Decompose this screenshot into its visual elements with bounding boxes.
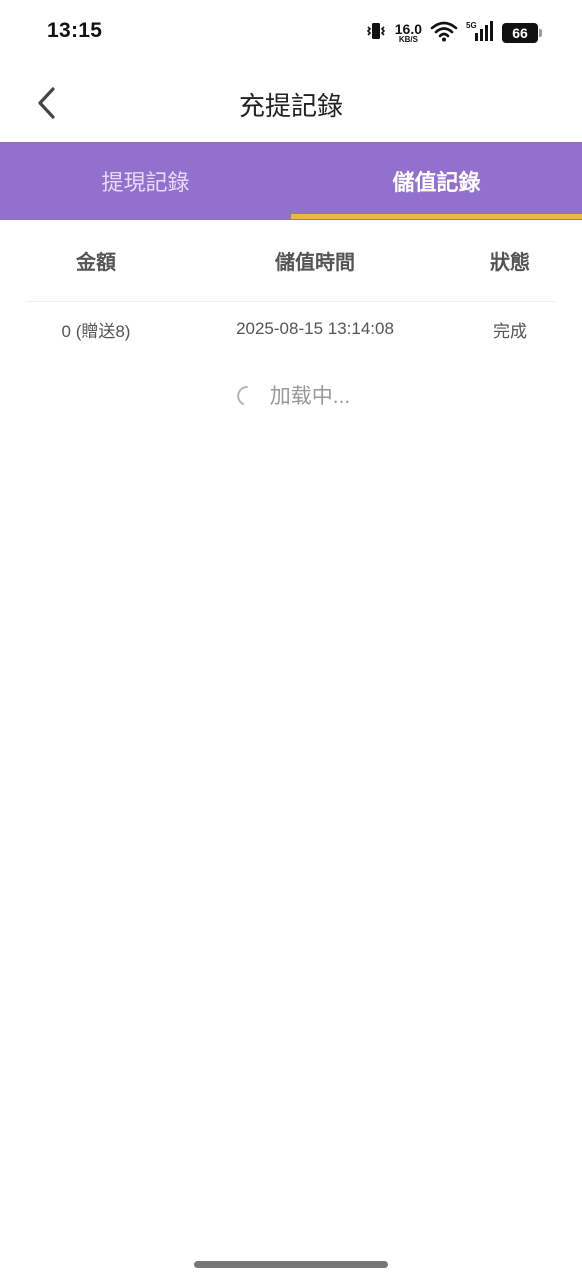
active-tab-indicator (291, 214, 582, 219)
table-row: 0 (贈送8) 2025-08-15 13:14:08 完成 (26, 302, 556, 356)
cell-deposit-time: 2025-08-15 13:14:08 (236, 319, 394, 338)
signal-5g-icon: 5G (466, 20, 494, 47)
loading-indicator: 加载中... (0, 376, 582, 414)
column-header-status: 狀態 (490, 252, 530, 274)
battery-indicator: 66 (502, 23, 542, 43)
home-indicator[interactable] (194, 1261, 388, 1268)
cell-amount: 0 (贈送8) (61, 321, 131, 341)
table-header: 金額 儲值時間 狀態 (26, 220, 556, 302)
record-tabs: 提現記錄 儲值記錄 (0, 142, 582, 220)
status-bar: 13:15 16.0 KB/S 5G 66 (0, 0, 582, 64)
loading-text: 加载中... (269, 385, 351, 408)
status-time: 13:15 (47, 19, 103, 42)
cell-status: 完成 (493, 321, 527, 341)
app-header: 充提記錄 (0, 64, 582, 142)
tab-deposit-records[interactable]: 儲值記錄 (291, 142, 582, 220)
signal-label: 5G (466, 21, 477, 30)
loading-spinner-icon (236, 386, 248, 405)
wifi-icon (430, 20, 458, 47)
status-icons: 16.0 KB/S 5G 66 (365, 20, 542, 47)
network-speed-value: 16.0 (394, 21, 422, 37)
column-header-amount: 金額 (76, 252, 116, 274)
vibrate-icon (365, 20, 387, 47)
network-speed-unit: KB/S (398, 35, 418, 44)
tab-withdrawal-records[interactable]: 提現記錄 (0, 142, 291, 220)
page-title: 充提記錄 (238, 91, 343, 121)
network-speed: 16.0 KB/S (395, 22, 422, 44)
column-header-deposit-time: 儲值時間 (275, 252, 355, 274)
